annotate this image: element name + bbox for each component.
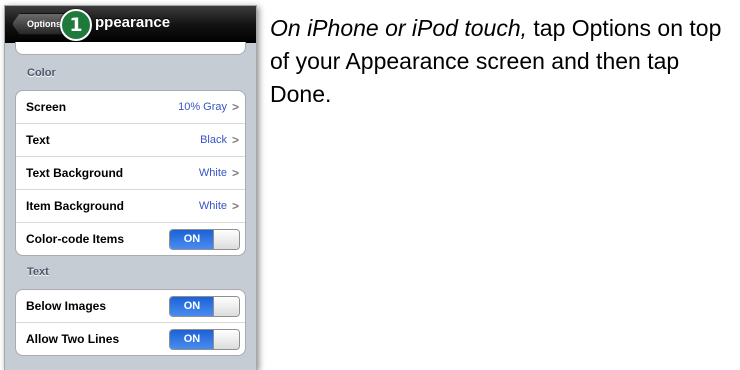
setting-row-text-background[interactable]: Text Background White > [16, 157, 245, 190]
toggle-on-label: ON [170, 297, 214, 316]
chevron-right-icon: > [231, 133, 239, 147]
previous-group-bottom [15, 42, 246, 55]
setting-row-below-images: Below Images ON [16, 290, 245, 323]
color-settings-group: Screen 10% Gray > Text Black > Text Back… [15, 90, 246, 256]
page-title: ppearance [95, 14, 171, 31]
row-label: Item Background [26, 199, 125, 213]
row-label: Color-code Items [26, 232, 125, 246]
setting-row-text[interactable]: Text Black > [16, 124, 245, 157]
toggle-knob [213, 297, 239, 316]
toggle-knob [213, 230, 239, 249]
color-code-items-toggle[interactable]: ON [169, 229, 240, 250]
setting-row-color-code-items: Color-code Items ON [16, 223, 245, 255]
row-value: 10% Gray [178, 101, 227, 113]
step-number-badge: 1 [60, 9, 92, 41]
toggle-on-label: ON [170, 230, 214, 249]
chevron-right-icon: > [231, 100, 239, 114]
row-value: Black [200, 134, 227, 146]
row-value: White [198, 200, 227, 212]
row-value: White [198, 167, 227, 179]
setting-row-item-background[interactable]: Item Background White > [16, 190, 245, 223]
below-images-toggle[interactable]: ON [169, 296, 240, 317]
row-label: Text [26, 133, 50, 147]
row-label: Screen [26, 100, 67, 114]
toggle-knob [213, 330, 239, 349]
instruction-text: On iPhone or iPod touch, tap Options on … [270, 12, 730, 111]
section-header-color: Color [27, 67, 56, 79]
row-label: Text Background [26, 166, 124, 180]
text-settings-group: Below Images ON Allow Two Lines ON [15, 289, 246, 356]
navigation-bar: Options ppearance 1 [5, 6, 256, 43]
toggle-on-label: ON [170, 330, 214, 349]
instruction-device-lead: On iPhone or iPod touch, [270, 15, 527, 41]
chevron-right-icon: > [231, 199, 239, 213]
setting-row-screen[interactable]: Screen 10% Gray > [16, 91, 245, 124]
iphone-screenshot: Options ppearance 1 Color Screen 10% Gra… [4, 5, 257, 370]
setting-row-allow-two-lines: Allow Two Lines ON [16, 323, 245, 355]
section-header-text: Text [27, 266, 49, 278]
allow-two-lines-toggle[interactable]: ON [169, 329, 240, 350]
row-label: Allow Two Lines [26, 332, 120, 346]
row-label: Below Images [26, 299, 107, 313]
chevron-right-icon: > [231, 166, 239, 180]
